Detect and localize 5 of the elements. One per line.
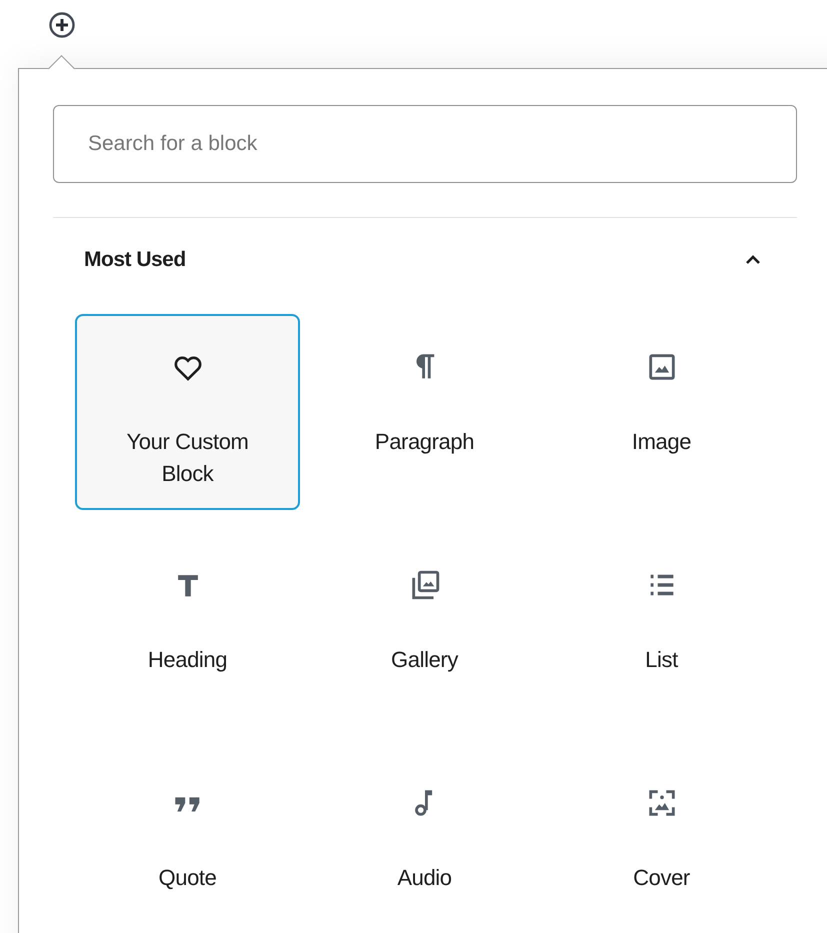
plus-icon <box>48 11 76 39</box>
block-item[interactable]: Your Custom Block <box>75 314 300 510</box>
add-block-button[interactable] <box>47 10 77 40</box>
section-title: Most Used <box>84 248 186 272</box>
search-field[interactable]: Search for a block <box>53 105 797 183</box>
